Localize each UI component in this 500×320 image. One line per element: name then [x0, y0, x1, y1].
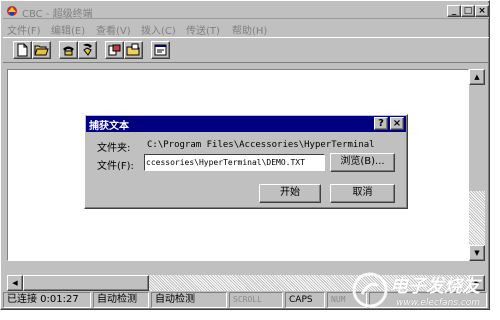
cancel-button[interactable]: 取消: [330, 184, 395, 203]
receive-file-icon: [126, 43, 140, 56]
menu-transfer[interactable]: 传送(T): [186, 22, 220, 37]
watermark-logo: 电子发烧友 www.elecfans.com: [352, 268, 498, 318]
dialog-titlebar[interactable]: 捕获文本 ? ×: [86, 116, 406, 132]
hyperterminal-app-icon: [7, 6, 17, 16]
maximize-button[interactable]: □: [461, 5, 475, 17]
scroll-up-button[interactable]: ▲: [469, 69, 485, 85]
scroll-left-button[interactable]: ◀: [7, 275, 23, 291]
send-button[interactable]: [105, 41, 124, 59]
detect-status-2: 自动检测: [151, 292, 227, 308]
browse-button[interactable]: 浏览(B)...: [330, 153, 395, 172]
file-path-field[interactable]: [144, 154, 325, 171]
window-title: CBC - 超级终端: [22, 9, 93, 20]
open-folder-icon: [34, 45, 49, 56]
toolbar: [3, 37, 489, 63]
capture-text-dialog: 捕获文本 ? × 文件夹: C:\Program Files\Accessori…: [84, 114, 408, 209]
folder-path: C:\Program Files\Accessories\HyperTermin…: [147, 140, 375, 150]
close-button[interactable]: ×: [475, 5, 489, 17]
help-button[interactable]: ?: [374, 117, 388, 130]
phone-connect-icon: [63, 46, 74, 56]
start-button[interactable]: 开始: [259, 184, 321, 203]
send-file-icon: [108, 44, 121, 56]
watermark-text: 电子发烧友: [390, 276, 480, 297]
disconnect-button[interactable]: [78, 41, 97, 59]
phone-disconnect-icon: [83, 43, 92, 56]
connection-status: 已连接 0:01:27: [3, 292, 91, 308]
menu-call[interactable]: 拨入(C): [141, 22, 176, 37]
scroll-indicator: SCROLL: [229, 292, 283, 308]
detect-status-1: 自动检测: [93, 292, 149, 308]
new-document-icon: [17, 43, 28, 57]
menu-help[interactable]: 帮助(H): [232, 22, 267, 37]
receive-button[interactable]: [124, 41, 143, 59]
file-label: 文件(F):: [97, 161, 134, 172]
dialog-close-button[interactable]: ×: [390, 117, 404, 130]
vertical-scrollbar[interactable]: ▲ ▼: [469, 69, 485, 261]
scroll-down-button[interactable]: ▼: [469, 245, 485, 261]
menu-view[interactable]: 查看(V): [96, 22, 131, 37]
folder-label: 文件夹:: [97, 143, 131, 154]
vertical-scroll-thumb[interactable]: [469, 85, 485, 191]
caps-indicator: CAPS: [285, 292, 325, 308]
properties-button[interactable]: [151, 41, 170, 59]
file-path-input[interactable]: [145, 155, 323, 169]
open-button[interactable]: [32, 41, 51, 59]
menu-bar: 文件(F) 编辑(E) 查看(V) 拨入(C) 传送(T) 帮助(H): [3, 20, 489, 37]
elecfans-logo-icon: [352, 272, 388, 308]
properties-icon: [154, 44, 167, 56]
watermark-url: www.elecfans.com: [396, 298, 481, 308]
menu-file[interactable]: 文件(F): [7, 22, 41, 37]
window-titlebar[interactable]: CBC - 超级终端 _ □ ×: [3, 3, 489, 20]
dialog-title: 捕获文本: [89, 121, 129, 132]
horizontal-scroll-thumb[interactable]: [23, 275, 149, 291]
menu-edit[interactable]: 编辑(E): [51, 22, 85, 37]
new-button[interactable]: [13, 41, 32, 59]
connect-button[interactable]: [59, 41, 78, 59]
minimize-button[interactable]: _: [447, 5, 461, 17]
